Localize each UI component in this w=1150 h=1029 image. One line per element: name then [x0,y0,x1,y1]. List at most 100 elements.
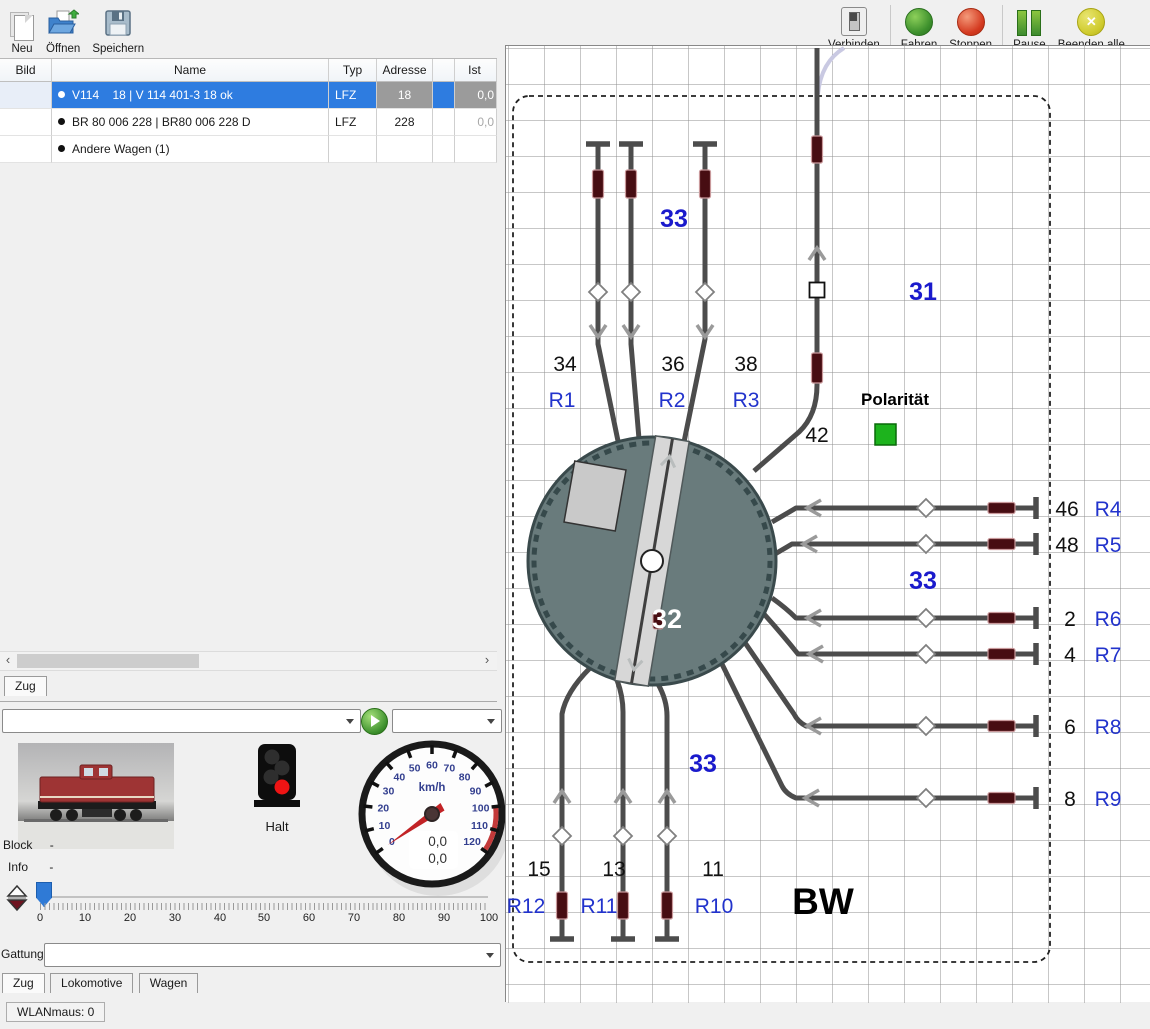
svg-text:31: 31 [909,278,937,306]
gattung-combobox[interactable]: LFZ : LFZ Leerfahrt [44,943,501,967]
app-window: Neu Öffnen [0,0,1150,1029]
svg-text:2: 2 [1064,608,1076,631]
speed-slider[interactable]: 0 10 20 30 40 50 60 70 80 90 100 [36,880,492,924]
chevron-down-icon [346,719,354,724]
scrollbar-thumb[interactable] [17,654,199,668]
svg-text:R6: R6 [1095,608,1122,631]
header-adresse[interactable]: Adresse [377,59,433,82]
track-diagram-panel[interactable]: 32 33 31 34 36 38 R1 R2 R3 Polarität 42 … [505,45,1150,1002]
svg-text:42: 42 [805,424,828,447]
block-value: - [50,838,54,852]
svg-text:36: 36 [661,353,684,376]
tab-zug[interactable]: Zug [2,973,45,993]
save-button[interactable]: Speichern [86,0,150,57]
polarity-indicator[interactable] [875,424,896,445]
train-select-combobox[interactable]: V114 18 : 18 V114 [2,709,361,733]
svg-text:120: 120 [463,836,481,848]
svg-text:50: 50 [409,763,421,775]
turntable[interactable]: 32 [528,436,776,686]
svg-text:38: 38 [734,353,757,376]
save-floppy-icon [104,9,132,40]
table-row[interactable]: BR 80 006 228 | BR80 006 228 D LFZ 228 0… [0,109,497,136]
mode-combobox[interactable]: Halbautomatisch [392,709,502,733]
signal-state-label: Halt [246,819,308,834]
close-x-icon: ✕ [1077,8,1105,36]
bridge-number-label: 32 [652,604,682,634]
svg-text:6: 6 [1064,716,1076,739]
block-row: Block - [3,838,54,852]
svg-text:4: 4 [1064,644,1076,667]
loco-adresse-cell: 228 [377,109,433,136]
svg-text:13: 13 [602,858,625,881]
info-label: Info [8,860,28,874]
zug-tabstrip: Zug [0,676,497,702]
loco-name-cell: V114 18 | V 114 401-3 18 ok [52,82,329,109]
svg-text:R2: R2 [659,389,686,412]
turntable-shed [564,461,626,531]
direction-indicator-icon[interactable] [433,82,455,109]
svg-text:30: 30 [383,786,395,798]
svg-text:34: 34 [553,353,577,376]
svg-text:R9: R9 [1095,788,1122,811]
new-button[interactable]: Neu [4,0,40,57]
svg-text:10: 10 [379,820,391,832]
loco-table: Bild Name Typ Adresse Ist V114 18 | V 11… [0,58,497,163]
scroll-right-icon[interactable]: › [479,652,495,670]
slider-ticks [40,903,489,910]
turntable-hub[interactable] [641,550,663,572]
loco-name-cell: Andere Wagen (1) [52,136,329,163]
switch-icon [841,7,867,36]
slider-rail[interactable] [38,896,488,898]
turnout-square[interactable] [810,283,825,298]
horizontal-scrollbar[interactable]: ‹ › [0,651,497,671]
header-name[interactable]: Name [52,59,329,82]
header-typ[interactable]: Typ [329,59,377,82]
tab-lokomotive[interactable]: Lokomotive [50,973,133,993]
play-icon [371,715,380,727]
scroll-left-icon[interactable]: ‹ [0,652,16,670]
info-row: Info - [8,860,53,874]
open-folder-icon [47,9,79,40]
svg-text:R5: R5 [1095,534,1122,557]
svg-text:40: 40 [394,772,406,784]
table-row[interactable]: V114 18 | V 114 401-3 18 ok LFZ 18 0,0 [0,82,497,109]
loco-ist-cell: 0,0 [455,109,497,136]
svg-text:33: 33 [909,567,937,595]
table-row[interactable]: Andere Wagen (1) [0,136,497,163]
header-bild[interactable]: Bild [0,59,52,82]
svg-text:100: 100 [472,803,490,815]
svg-text:R7: R7 [1095,644,1122,667]
toolbar-separator [890,5,891,49]
svg-text:11: 11 [702,858,724,881]
svg-text:33: 33 [660,205,688,233]
direction-toggle-icon[interactable] [6,884,28,915]
signal-display[interactable]: Halt [246,744,308,834]
tab-wagen[interactable]: Wagen [139,973,199,993]
svg-text:15: 15 [527,858,550,881]
svg-text:110: 110 [471,820,488,832]
loco-adresse-cell [377,136,433,163]
chevron-down-icon [487,719,495,724]
loco-typ-cell: LFZ [329,109,377,136]
svg-text:33: 33 [689,750,717,778]
signal-icon [246,744,308,812]
chevron-down-icon [486,953,494,958]
svg-text:R3: R3 [733,389,760,412]
speed-unit-label: km/h [419,782,446,794]
svg-text:48: 48 [1055,534,1078,557]
direction-indicator-icon[interactable] [433,109,455,136]
svg-text:R10: R10 [695,895,734,918]
svg-text:BW: BW [792,881,854,922]
start-button[interactable] [361,708,388,735]
tab-zug-top[interactable]: Zug [4,676,47,696]
loco-thumbnail [0,82,52,109]
gauge-hub [425,807,439,821]
header-ist[interactable]: Ist [455,59,497,82]
header-direction[interactable] [433,59,455,82]
open-button[interactable]: Öffnen [40,0,86,57]
status-dot [58,118,65,125]
pause-icon [1017,10,1041,36]
speed-value-bottom: 0,0 [428,851,447,866]
svg-text:R11: R11 [581,895,618,918]
loco-photo [18,743,174,852]
